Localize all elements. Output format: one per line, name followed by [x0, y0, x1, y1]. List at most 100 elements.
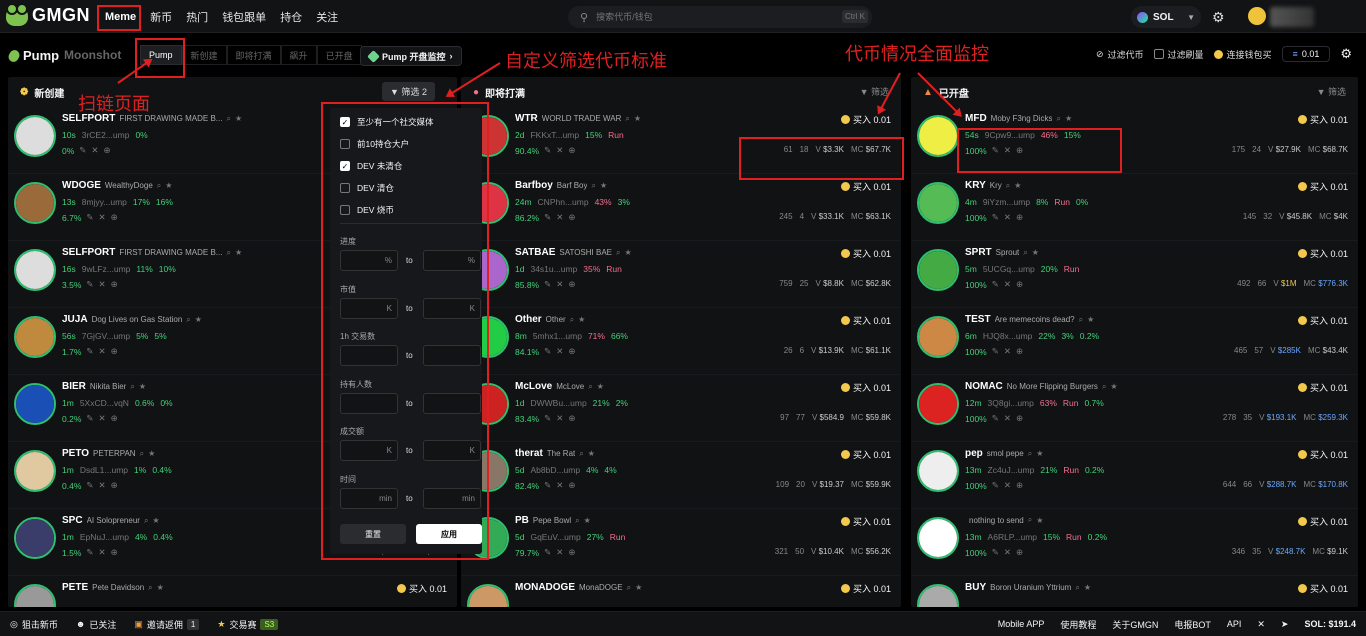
token-symbol[interactable]: SATBAE [515, 247, 555, 258]
token-symbol[interactable]: SPC [62, 515, 83, 526]
token-symbol[interactable]: pep [965, 448, 983, 459]
token-symbol[interactable]: TEST [965, 314, 991, 325]
globe-icon[interactable]: ⊕ [1016, 547, 1023, 558]
tab-opened[interactable]: 已开盘 [316, 45, 362, 65]
filter-button[interactable]: ▼ 筛选 [860, 85, 889, 98]
tab-soaring[interactable]: 飙升 [280, 45, 317, 65]
x-icon[interactable]: ✕ [1004, 279, 1011, 290]
min-input[interactable] [340, 345, 398, 366]
settings-icon[interactable]: ⚙ [1212, 9, 1225, 26]
star-icon[interactable]: ★ [578, 315, 585, 324]
filter-dup-toggle[interactable]: 过滤刷量 [1153, 48, 1204, 61]
token-address[interactable]: 8mjyy...ump [82, 197, 127, 207]
globe-icon[interactable]: ⊕ [1016, 413, 1023, 424]
token-address[interactable]: 9iYzm...ump [983, 197, 1030, 207]
trade-race-button[interactable]: ★ 交易赛 S3 [217, 618, 279, 631]
token-symbol[interactable]: NOMAC [965, 381, 1003, 392]
token-address[interactable]: DsdL1...ump [80, 465, 128, 475]
nav-follow[interactable]: 关注 [309, 9, 345, 25]
search-icon[interactable]: ⌕ [1079, 315, 1083, 325]
token-address[interactable]: Ab8bD...ump [530, 465, 580, 475]
search-icon[interactable]: ⌕ [148, 583, 152, 593]
checkbox[interactable] [340, 183, 350, 193]
quick-buy-button[interactable]: 买入 0.01 [840, 113, 891, 126]
user-avatar[interactable] [1248, 7, 1266, 25]
token-avatar[interactable] [14, 182, 56, 224]
x-icon[interactable]: ✕ [556, 547, 563, 558]
search-input[interactable] [596, 12, 817, 22]
link-wallet-button[interactable]: 连接钱包买 [1213, 48, 1272, 61]
reset-button[interactable]: 重置 [340, 524, 406, 544]
filter-button[interactable]: ▼ 筛选 2 [382, 82, 435, 101]
coin-row[interactable]: nothing to send ⌕ ★ 13m A6RLP...ump 15% Run 0.2… [911, 509, 1358, 576]
token-address[interactable]: 9wLFz...ump [82, 264, 131, 274]
token-avatar[interactable] [917, 584, 959, 607]
token-symbol[interactable]: MFD [965, 113, 987, 124]
coin-row[interactable]: BUYBoron Uranium Yttrium⌕★✎✕⊕买入 0.01 [911, 576, 1358, 607]
star-icon[interactable]: ★ [157, 583, 164, 592]
user-name-blurred[interactable] [1270, 7, 1314, 27]
globe-icon[interactable]: ⊕ [1016, 279, 1023, 290]
search-icon[interactable]: ⌕ [1028, 449, 1032, 459]
quick-buy-button[interactable]: 买入 0.01 [1297, 515, 1348, 528]
search-icon[interactable]: ⌕ [144, 516, 148, 526]
token-address[interactable]: 5UCGq...ump [983, 264, 1035, 274]
quick-buy-button[interactable]: 买入 0.01 [840, 381, 891, 394]
nav-new-coins[interactable]: 新币 [143, 9, 179, 25]
token-address[interactable]: 9Cpw9...ump [985, 130, 1035, 140]
max-input[interactable]: K [423, 440, 481, 461]
coin-row[interactable]: SATBAE SATOSHI BAE ⌕ ★ 1d 34s1u...ump 35% Run 85… [461, 241, 901, 308]
coin-row[interactable]: pep smol pepe ⌕ ★ 13m Zc4uJ...ump 21% Run 0.2% 10… [911, 442, 1358, 509]
star-icon[interactable]: ★ [1014, 181, 1021, 190]
quick-buy-button[interactable]: 买入 0.01 [1297, 448, 1348, 461]
token-symbol[interactable]: Barfboy [515, 180, 553, 191]
telegram-icon[interactable]: ➤ [1281, 619, 1289, 630]
api-link[interactable]: API [1227, 619, 1242, 629]
token-address[interactable]: Zc4uJ...ump [988, 465, 1035, 475]
quick-buy-button[interactable]: 买入 0.01 [840, 582, 891, 595]
globe-icon[interactable]: ⊕ [111, 413, 118, 424]
quick-buy-button[interactable]: 买入 0.01 [840, 448, 891, 461]
coin-row[interactable]: therat The Rat ⌕ ★ 5d Ab8bD...ump 4% 4% 82.4% ✎ ✕ ⊕… [461, 442, 901, 509]
x-icon[interactable]: ✕ [1004, 145, 1011, 156]
x-icon[interactable]: ✕ [1004, 413, 1011, 424]
coin-row[interactable]: TEST Are memecoins dead? ⌕ ★ 6m HJQ8x...ump 22… [911, 308, 1358, 375]
coin-row[interactable]: KRY Kry ⌕ ★ 4m 9iYzm...ump 8% Run 0% 100% ✎ ✕ ⊕ 买入 0.… [911, 174, 1358, 241]
checkbox[interactable]: ✓ [340, 117, 350, 127]
search-icon[interactable]: ⌕ [575, 516, 579, 526]
star-icon[interactable]: ★ [600, 181, 607, 190]
search-icon[interactable]: ⌕ [1006, 181, 1010, 191]
token-symbol[interactable]: PETE [62, 582, 88, 593]
star-icon[interactable]: ★ [634, 114, 641, 123]
quick-buy-button[interactable]: 买入 0.01 [840, 180, 891, 193]
mobile-app-link[interactable]: Mobile APP [998, 619, 1045, 629]
token-avatar[interactable] [917, 316, 959, 358]
filter-checkbox-row[interactable]: ✓ 至少有一个社交媒体 [340, 116, 434, 128]
checkbox[interactable] [340, 139, 350, 149]
coin-row[interactable]: NOMAC No More Flipping Burgers ⌕ ★ 12m 3Q8gi.… [911, 375, 1358, 442]
token-symbol[interactable]: KRY [965, 180, 986, 191]
star-icon[interactable]: ★ [139, 382, 146, 391]
x-icon[interactable]: ✕ [1004, 480, 1011, 491]
search-icon[interactable]: ⌕ [616, 248, 620, 258]
token-address[interactable]: GqEuV...ump [530, 532, 580, 542]
moonshot-tab[interactable]: Moonshot [64, 48, 121, 62]
pump-tab[interactable]: Pump [6, 47, 59, 64]
search-icon[interactable]: ⌕ [1023, 248, 1027, 258]
x-icon[interactable]: ✕ [1004, 346, 1011, 357]
x-icon[interactable]: ✕ [1004, 212, 1011, 223]
quick-buy-button[interactable]: 买入 0.01 [1297, 180, 1348, 193]
globe-icon[interactable]: ⊕ [1016, 212, 1023, 223]
tab-about-to-fill[interactable]: 即将打满 [226, 45, 281, 65]
token-symbol[interactable]: SELFPORT [62, 247, 115, 258]
star-icon[interactable]: ★ [148, 449, 155, 458]
globe-icon[interactable]: ⊕ [111, 212, 118, 223]
x-icon[interactable]: ✕ [556, 346, 563, 357]
pump-monitor-button[interactable]: Pump 开盘监控 › [360, 46, 462, 66]
star-icon[interactable]: ★ [165, 181, 172, 190]
search-icon[interactable]: ⌕ [570, 315, 574, 325]
search-icon[interactable]: ⌕ [1102, 382, 1106, 392]
buy-amount-input[interactable]: ≡ 0.01 [1281, 46, 1331, 62]
quick-buy-button[interactable]: 买入 0.01 [840, 314, 891, 327]
token-symbol[interactable]: BUY [965, 582, 986, 593]
